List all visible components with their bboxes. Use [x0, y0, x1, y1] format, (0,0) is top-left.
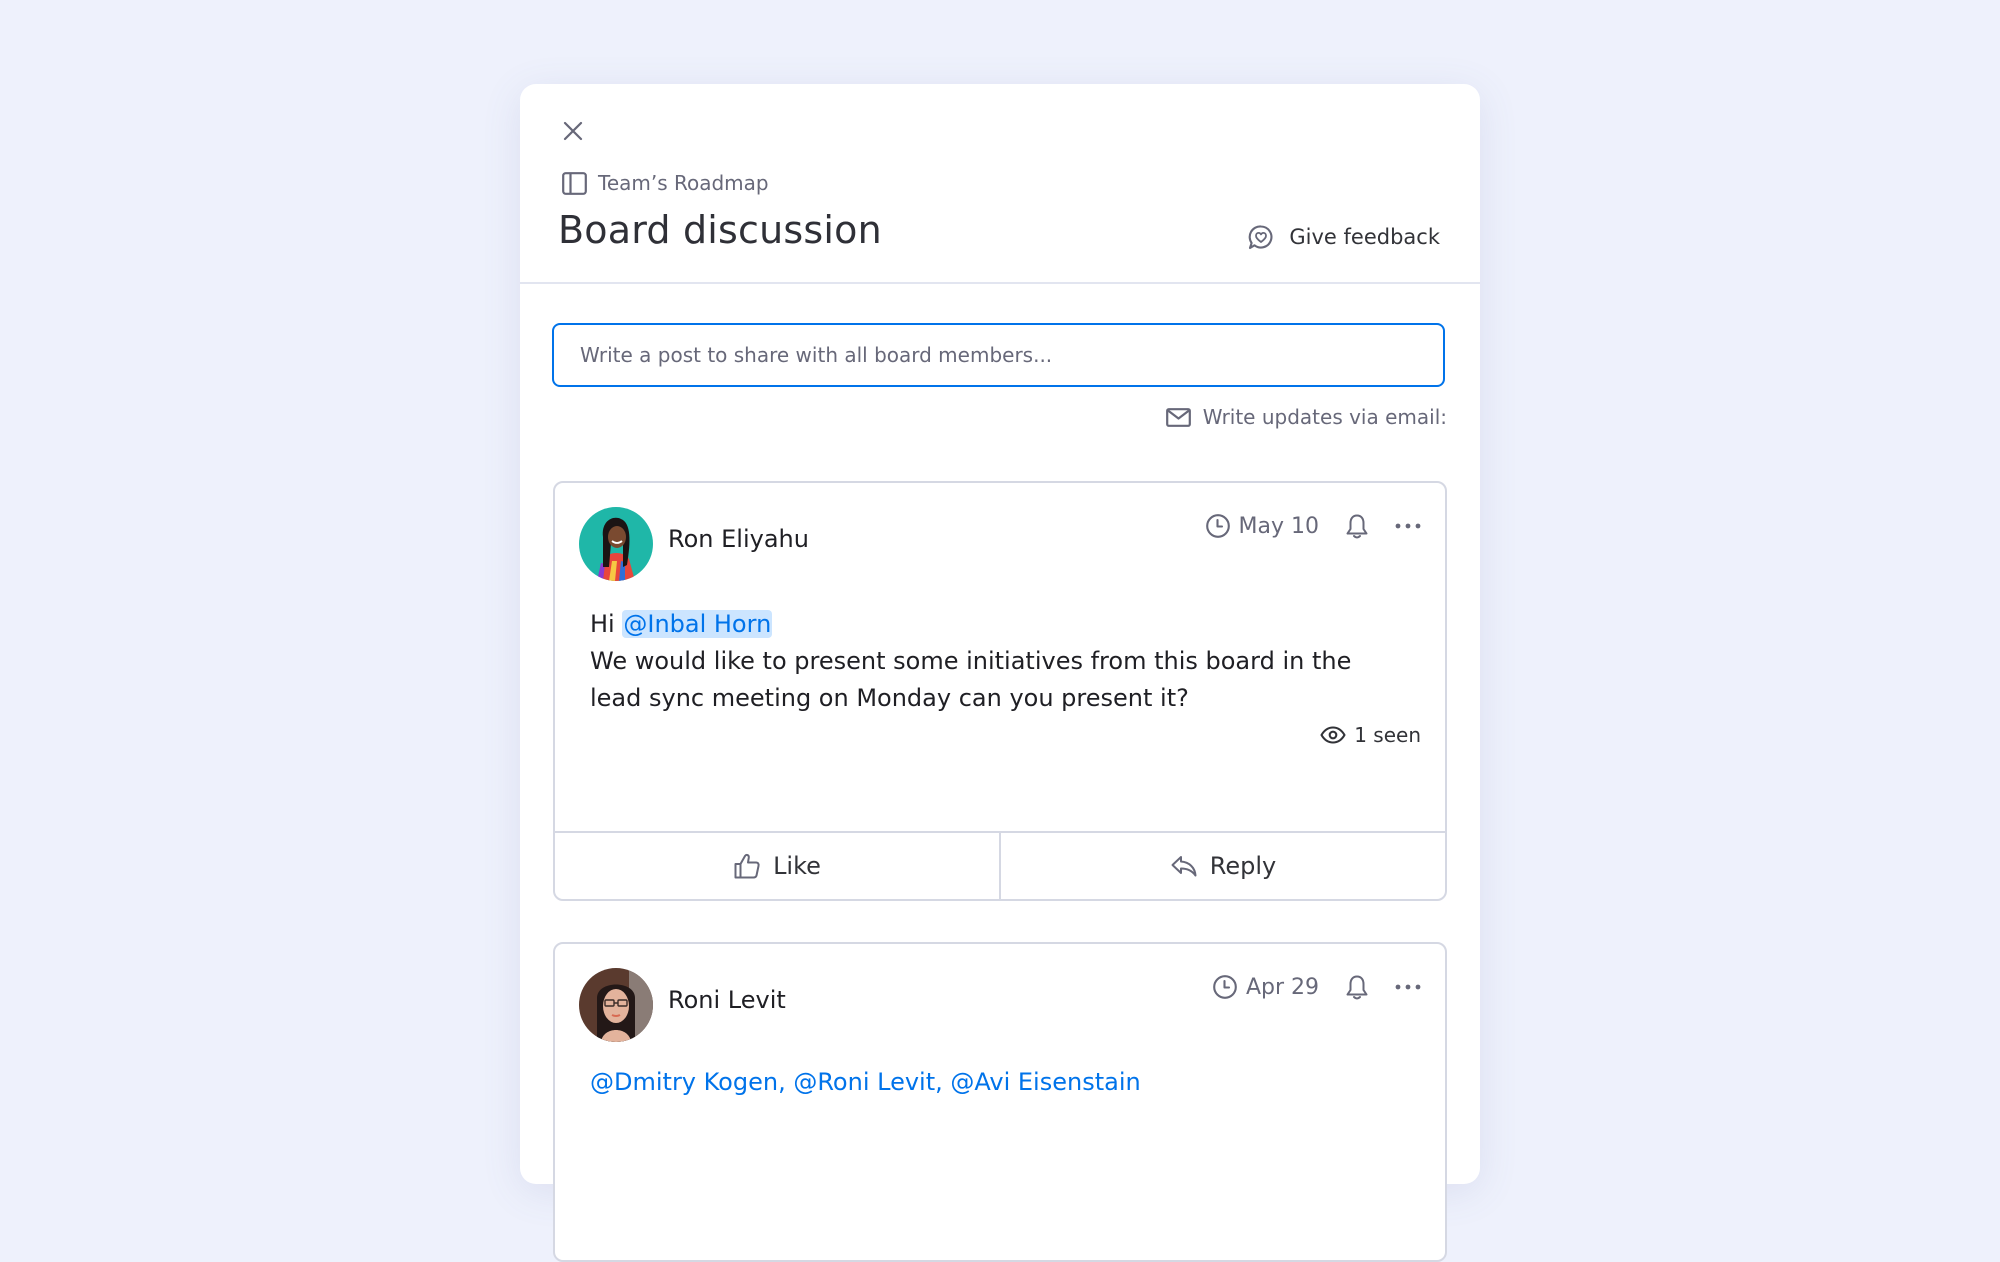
post-body: @Dmitry Kogen, @Roni Levit, @Avi Eisenst… [590, 1064, 1385, 1101]
avatar-photo [579, 968, 653, 1042]
board-icon [562, 171, 587, 195]
clock-icon [1213, 975, 1237, 999]
breadcrumb[interactable]: Team’s Roadmap [562, 168, 769, 198]
post-author[interactable]: Roni Levit [668, 986, 786, 1014]
envelope-icon [1165, 407, 1191, 427]
post-meta: Apr 29 [1212, 970, 1423, 1004]
thumbs-up-icon [734, 853, 760, 879]
notify-button[interactable] [1343, 511, 1371, 541]
bell-icon [1346, 975, 1368, 999]
more-options-button[interactable] [1393, 511, 1423, 541]
close-icon [563, 121, 583, 141]
notify-button[interactable] [1343, 972, 1371, 1002]
write-updates-via-email-link[interactable]: Write updates via email: [1165, 402, 1447, 432]
board-discussion-panel: Team’s Roadmap Board discussion Give fee… [520, 84, 1480, 1262]
seen-count: 1 seen [1354, 723, 1421, 747]
feedback-heart-bubble-icon [1249, 225, 1273, 250]
post-meta: May 10 [1205, 509, 1423, 543]
header-divider [520, 282, 1480, 284]
post-date: Apr 29 [1245, 974, 1319, 1000]
bell-icon [1346, 514, 1368, 538]
reply-button[interactable]: Reply [999, 833, 1445, 899]
post-timestamp[interactable]: Apr 29 [1212, 974, 1319, 1000]
more-options-button[interactable] [1393, 972, 1423, 1002]
post-text: We would like to present some initiative… [590, 647, 1352, 712]
clock-icon [1205, 514, 1230, 538]
post-timestamp[interactable]: May 10 [1205, 513, 1319, 539]
reply-icon [1171, 856, 1197, 877]
more-horizontal-icon [1395, 984, 1421, 990]
breadcrumb-board-name: Team’s Roadmap [598, 171, 769, 195]
post-card: Roni Levit Apr 29 @Dmitry Kogen, @Roni L… [553, 942, 1447, 1262]
seen-indicator[interactable]: 1 seen [1320, 720, 1421, 750]
post-body: Hi @Inbal Horn We would like to present … [590, 606, 1385, 717]
post-card: Ron Eliyahu May 10 Hi @Inbal Horn We wou… [553, 481, 1447, 901]
avatar-photo [579, 507, 653, 581]
post-greeting: Hi [590, 610, 615, 638]
post-date: May 10 [1238, 513, 1319, 539]
close-button[interactable] [556, 114, 590, 148]
eye-icon [1320, 726, 1346, 744]
post-author[interactable]: Ron Eliyahu [668, 525, 809, 553]
more-horizontal-icon [1395, 523, 1421, 529]
give-feedback-label: Give feedback [1289, 225, 1440, 249]
post-greeting-line: Hi @Inbal Horn [590, 606, 1385, 643]
page-title: Board discussion [558, 208, 882, 252]
give-feedback-button[interactable]: Give feedback [1247, 217, 1440, 257]
like-button[interactable]: Like [555, 833, 999, 899]
post-composer-input[interactable] [552, 323, 1445, 387]
email-updates-label: Write updates via email: [1202, 405, 1447, 429]
user-mentions[interactable]: @Dmitry Kogen, @Roni Levit, @Avi Eisenst… [590, 1068, 1141, 1096]
like-label: Like [773, 852, 821, 880]
post-actions: Like Reply [555, 831, 1445, 899]
user-mention[interactable]: @Inbal Horn [622, 610, 773, 638]
author-avatar[interactable] [579, 507, 653, 581]
reply-label: Reply [1209, 852, 1277, 880]
author-avatar[interactable] [579, 968, 653, 1042]
